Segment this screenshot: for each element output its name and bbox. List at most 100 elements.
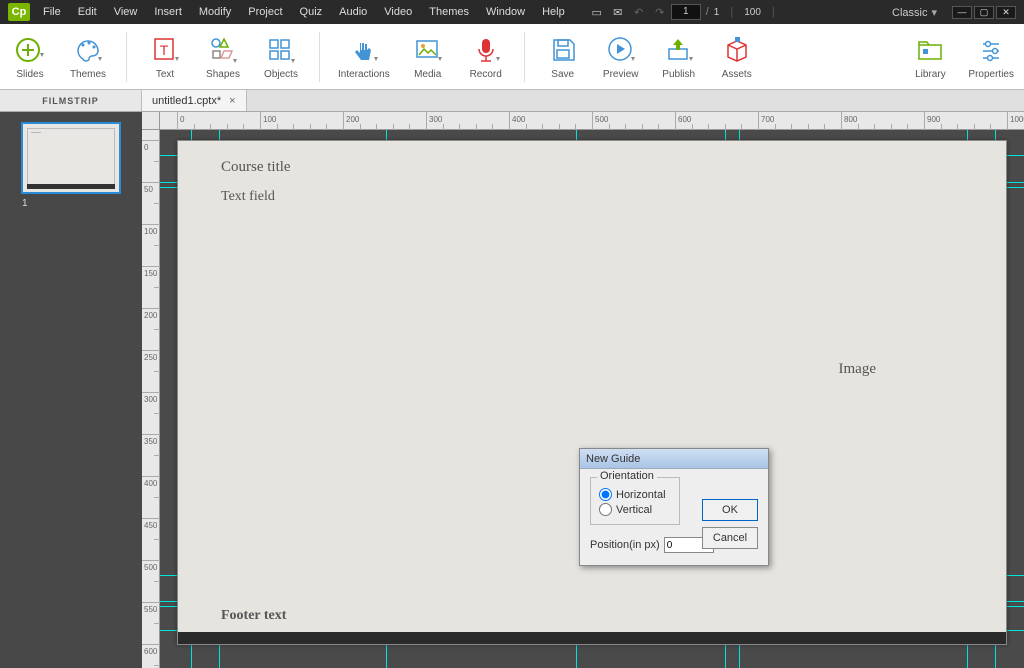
slide-thumbnail[interactable]: —— [21, 122, 121, 194]
slide-canvas[interactable]: Course title Text field Image Footer tex… [177, 140, 1007, 645]
ribbon-properties-label: Properties [968, 69, 1014, 80]
grid-icon [263, 33, 299, 67]
course-title-text[interactable]: Course title [221, 159, 291, 176]
image-icon [410, 33, 446, 67]
ribbon-assets-label: Assets [722, 69, 752, 80]
ribbon-text[interactable]: T Text [145, 33, 185, 80]
maximize-button[interactable]: ▢ [974, 6, 994, 19]
dialog-title: New Guide [580, 449, 768, 469]
minimize-button[interactable]: — [952, 6, 972, 19]
main-area: —— 1 01002003004005006007008009001000 05… [0, 112, 1024, 668]
ribbon-publish[interactable]: Publish [659, 33, 699, 80]
zoom-value[interactable]: 100 [744, 7, 761, 18]
app-logo: Cp [8, 3, 30, 21]
close-tab-icon[interactable]: × [229, 95, 235, 107]
radio-horizontal-label: Horizontal [616, 489, 666, 501]
orientation-fieldset: Orientation Horizontal Vertical [590, 477, 680, 525]
close-button[interactable]: ✕ [996, 6, 1016, 19]
menu-video[interactable]: Video [376, 4, 420, 20]
undo-arrow-icon[interactable]: ↶ [629, 3, 649, 21]
mic-icon [468, 33, 504, 67]
ribbon-separator [126, 32, 127, 82]
ribbon-assets[interactable]: Assets [717, 33, 757, 80]
shapes-icon [205, 33, 241, 67]
svg-text:T: T [160, 42, 169, 58]
position-label: Position(in px) [590, 539, 660, 551]
upload-icon [661, 33, 697, 67]
menu-window[interactable]: Window [478, 4, 533, 20]
ribbon-separator [524, 32, 525, 82]
ruler-corner [142, 112, 160, 130]
folder-icon [912, 33, 948, 67]
document-tab-label: untitled1.cptx* [152, 95, 221, 107]
ribbon-themes[interactable]: Themes [68, 33, 108, 80]
ribbon-preview-label: Preview [603, 69, 639, 80]
ribbon-preview[interactable]: Preview [601, 33, 641, 80]
canvas-area: 01002003004005006007008009001000 0501001… [142, 112, 1024, 668]
floppy-icon [545, 33, 581, 67]
page-total: 1 [714, 7, 720, 18]
ribbon-themes-label: Themes [70, 69, 106, 80]
ribbon-slides-label: Slides [16, 69, 43, 80]
menu-audio[interactable]: Audio [331, 4, 375, 20]
ribbon-media[interactable]: Media [408, 33, 448, 80]
ribbon-interactions-label: Interactions [338, 69, 390, 80]
box-icon [719, 33, 755, 67]
redo-arrow-icon[interactable]: ↷ [650, 3, 670, 21]
play-icon [603, 33, 639, 67]
ribbon-text-label: Text [156, 69, 174, 80]
page-current-input[interactable]: 1 [671, 4, 701, 20]
plus-circle-icon [12, 33, 48, 67]
radio-vertical-input[interactable] [599, 503, 612, 516]
new-guide-dialog: New Guide Orientation Horizontal Vertica… [579, 448, 769, 566]
ribbon-slides[interactable]: Slides [10, 33, 50, 80]
menu-insert[interactable]: Insert [146, 4, 190, 20]
menu-help[interactable]: Help [534, 4, 573, 20]
ribbon-record-label: Record [470, 69, 502, 80]
image-placeholder[interactable]: Image [839, 361, 876, 378]
ribbon-separator [319, 32, 320, 82]
menu-project[interactable]: Project [240, 4, 290, 20]
filmstrip-panel-header[interactable]: FILMSTRIP [0, 90, 142, 111]
orientation-legend: Orientation [597, 470, 657, 482]
ribbon-objects[interactable]: Objects [261, 33, 301, 80]
menu-themes[interactable]: Themes [421, 4, 477, 20]
layout-icon[interactable]: ▭ [587, 3, 607, 21]
menu-bar: Cp File Edit View Insert Modify Project … [0, 0, 1024, 24]
window-controls: — ▢ ✕ [952, 6, 1016, 19]
menu-edit[interactable]: Edit [70, 4, 105, 20]
radio-vertical-label: Vertical [616, 504, 652, 516]
horizontal-ruler[interactable]: 01002003004005006007008009001000 [160, 112, 1024, 130]
vertical-ruler[interactable]: 050100150200250300350400450500550600 [142, 130, 160, 668]
ribbon-save[interactable]: Save [543, 33, 583, 80]
ribbon-interactions[interactable]: Interactions [338, 33, 390, 80]
cancel-button[interactable]: Cancel [702, 527, 758, 549]
ribbon-publish-label: Publish [662, 69, 695, 80]
mail-icon[interactable]: ✉ [608, 3, 628, 21]
footer-bar [178, 632, 1006, 644]
menu-modify[interactable]: Modify [191, 4, 239, 20]
text-icon: T [147, 33, 183, 67]
thumbnail-number: 1 [22, 198, 28, 209]
ribbon-save-label: Save [551, 69, 574, 80]
ribbon-library[interactable]: Library [910, 33, 950, 80]
document-tab[interactable]: untitled1.cptx* × [142, 90, 247, 111]
menu-view[interactable]: View [106, 4, 146, 20]
menu-file[interactable]: File [35, 4, 69, 20]
ribbon-library-label: Library [915, 69, 946, 80]
workspace-selector[interactable]: Classic▾ [888, 6, 941, 19]
ribbon-record[interactable]: Record [466, 33, 506, 80]
menu-quiz[interactable]: Quiz [292, 4, 331, 20]
ribbon-shapes[interactable]: Shapes [203, 33, 243, 80]
filmstrip-panel: —— 1 [0, 112, 142, 668]
ribbon-properties[interactable]: Properties [968, 33, 1014, 80]
footer-text[interactable]: Footer text [221, 608, 286, 624]
text-field-placeholder[interactable]: Text field [221, 189, 275, 205]
ok-button[interactable]: OK [702, 499, 758, 521]
tab-bar: FILMSTRIP untitled1.cptx* × [0, 90, 1024, 112]
radio-horizontal-input[interactable] [599, 488, 612, 501]
page-separator: / [706, 6, 709, 18]
radio-vertical[interactable]: Vertical [599, 503, 671, 516]
radio-horizontal[interactable]: Horizontal [599, 488, 671, 501]
ribbon-objects-label: Objects [264, 69, 298, 80]
